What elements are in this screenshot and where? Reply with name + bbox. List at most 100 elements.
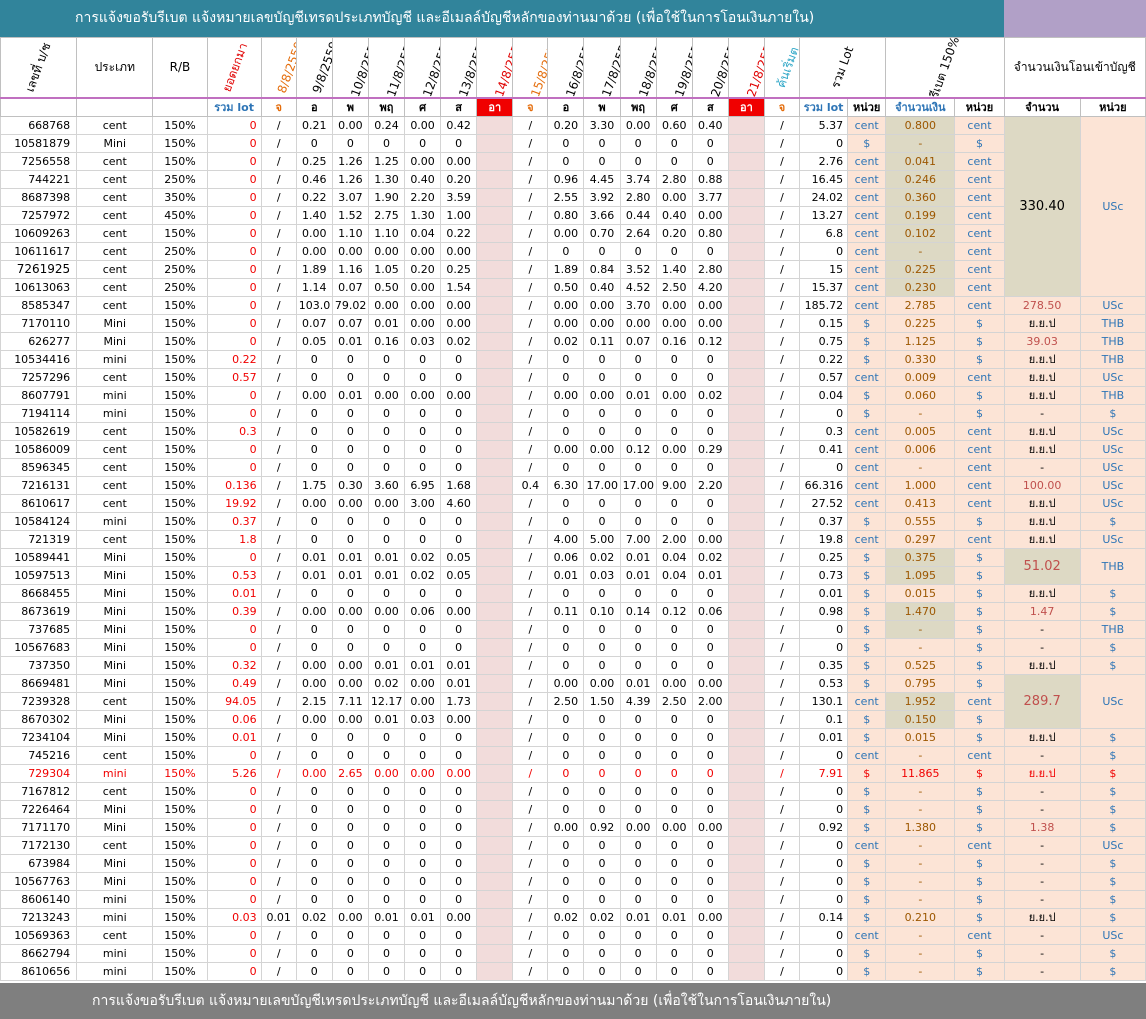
- daily-lot: /: [512, 817, 549, 837]
- daily-lot: 0: [367, 529, 406, 549]
- daily-lot: 0.00: [440, 601, 478, 621]
- daily-lot: 0.02: [583, 907, 621, 927]
- sub-sun-1: อา: [476, 96, 514, 117]
- daily-lot: 0.00: [691, 907, 729, 927]
- daily-lot: 0: [547, 961, 585, 981]
- carry-lot: 0.53: [206, 565, 262, 585]
- sunday-cell: [476, 799, 514, 819]
- transfer-amount: 39.03: [1003, 331, 1081, 351]
- transfer-unit: THB: [1079, 331, 1146, 351]
- sunday-cell: [476, 673, 514, 693]
- daily-lot: 0.00: [691, 313, 729, 333]
- account-number: 10581879: [0, 133, 78, 153]
- table-row: 7171170 Mini 150% 0/0 0 0 0 0/0.00 0.92 0.00 0.00 0…: [0, 817, 1146, 837]
- daily-lot: 0: [404, 457, 442, 477]
- account-number: 7256558: [0, 151, 78, 171]
- daily-lot: 0: [691, 961, 729, 981]
- rebate-unit: cent: [954, 925, 1005, 945]
- daily-lot: 0: [367, 835, 406, 855]
- daily-lot: 79.02: [331, 295, 369, 315]
- sunday-cell: [727, 277, 765, 297]
- carry-lot: 0: [206, 313, 262, 333]
- daily-lot: /: [512, 745, 549, 765]
- sub-unit-3: หน่วย: [1079, 96, 1146, 117]
- daily-lot: 0: [440, 637, 478, 657]
- daily-lot: /: [512, 853, 549, 873]
- daily-lot: 0: [547, 763, 585, 783]
- rebate-rate: 150%: [152, 331, 208, 351]
- sunday-cell: [727, 151, 765, 171]
- lot-unit: $: [847, 961, 887, 981]
- daily-lot: /: [260, 421, 297, 441]
- account-number: 744221: [0, 169, 78, 189]
- transfer-unit: $: [1079, 745, 1146, 765]
- daily-lot: 0.03: [404, 331, 442, 351]
- daily-lot: 0: [440, 619, 478, 639]
- carry-lot: 0: [206, 943, 262, 963]
- daily-lot: 2.20: [691, 475, 729, 495]
- total-lot: 0.35: [799, 655, 849, 675]
- daily-lot: 0: [547, 511, 585, 531]
- daily-lot: 0: [655, 961, 693, 981]
- col-rb-header: R/B: [152, 37, 208, 98]
- daily-lot: /: [763, 277, 801, 297]
- daily-lot: 1.73: [440, 691, 478, 711]
- daily-lot: 0.00: [691, 295, 729, 315]
- transfer-amount: ย.ย.ป: [1003, 583, 1081, 603]
- daily-lot: 0: [367, 133, 406, 153]
- account-number: 8610617: [0, 493, 78, 513]
- total-lot: 0.92: [799, 817, 849, 837]
- account-number: 10582619: [0, 421, 78, 441]
- daily-lot: 0: [404, 727, 442, 747]
- col-date-13: 20/8/2559: [691, 37, 729, 98]
- daily-lot: 0: [619, 925, 657, 945]
- sunday-cell: [727, 817, 765, 837]
- daily-lot: 0: [619, 799, 657, 819]
- daily-lot: 0.00: [331, 907, 369, 927]
- sunday-cell: [476, 529, 514, 549]
- sunday-cell: [727, 331, 765, 351]
- daily-lot: /: [260, 331, 297, 351]
- transfer-amount: -: [1003, 853, 1081, 873]
- transfer-unit: $: [1079, 583, 1146, 603]
- daily-lot: /: [763, 835, 801, 855]
- daily-lot: 0.22: [295, 187, 333, 207]
- daily-lot: 0: [404, 745, 442, 765]
- account-number: 8607791: [0, 385, 78, 405]
- daily-lot: 0.06: [547, 547, 585, 567]
- daily-lot: 0: [655, 763, 693, 783]
- daily-lot: 0: [440, 133, 478, 153]
- rebate-rate: 150%: [152, 421, 208, 441]
- daily-lot: 0.01: [440, 655, 478, 675]
- total-lot: 0.41: [799, 439, 849, 459]
- daily-lot: /: [512, 439, 549, 459]
- sunday-cell: [727, 169, 765, 189]
- daily-lot: 0.00: [331, 655, 369, 675]
- sub-empty-3: [152, 96, 208, 117]
- daily-lot: 0: [295, 421, 333, 441]
- daily-lot: 0: [619, 637, 657, 657]
- lot-unit: cent: [847, 241, 887, 261]
- daily-lot: 0: [691, 421, 729, 441]
- rebate-rate: 150%: [152, 601, 208, 621]
- daily-lot: /: [512, 943, 549, 963]
- daily-lot: 0: [440, 403, 478, 423]
- daily-lot: 0.00: [547, 439, 585, 459]
- table-row: 744221 cent 250% 0/0.46 1.26 1.30 0.40 0.20/0.9…: [0, 169, 1146, 189]
- daily-lot: 0.4: [512, 475, 549, 495]
- daily-lot: 0.02: [691, 385, 729, 405]
- daily-lot: /: [763, 691, 801, 711]
- account-type: Mini: [76, 565, 154, 585]
- daily-lot: 0: [367, 853, 406, 873]
- rebate-unit: cent: [954, 475, 1005, 495]
- account-type: cent: [76, 187, 154, 207]
- rebate-unit: cent: [954, 439, 1005, 459]
- rebate-rate: 150%: [152, 133, 208, 153]
- daily-lot: 4.60: [440, 493, 478, 513]
- transfer-amount: ย.ย.ป: [1003, 367, 1081, 387]
- daily-lot: 0.00: [691, 673, 729, 693]
- rebate-unit: cent: [954, 115, 1005, 135]
- daily-lot: 0.29: [691, 439, 729, 459]
- daily-lot: 0: [619, 151, 657, 171]
- sunday-cell: [727, 475, 765, 495]
